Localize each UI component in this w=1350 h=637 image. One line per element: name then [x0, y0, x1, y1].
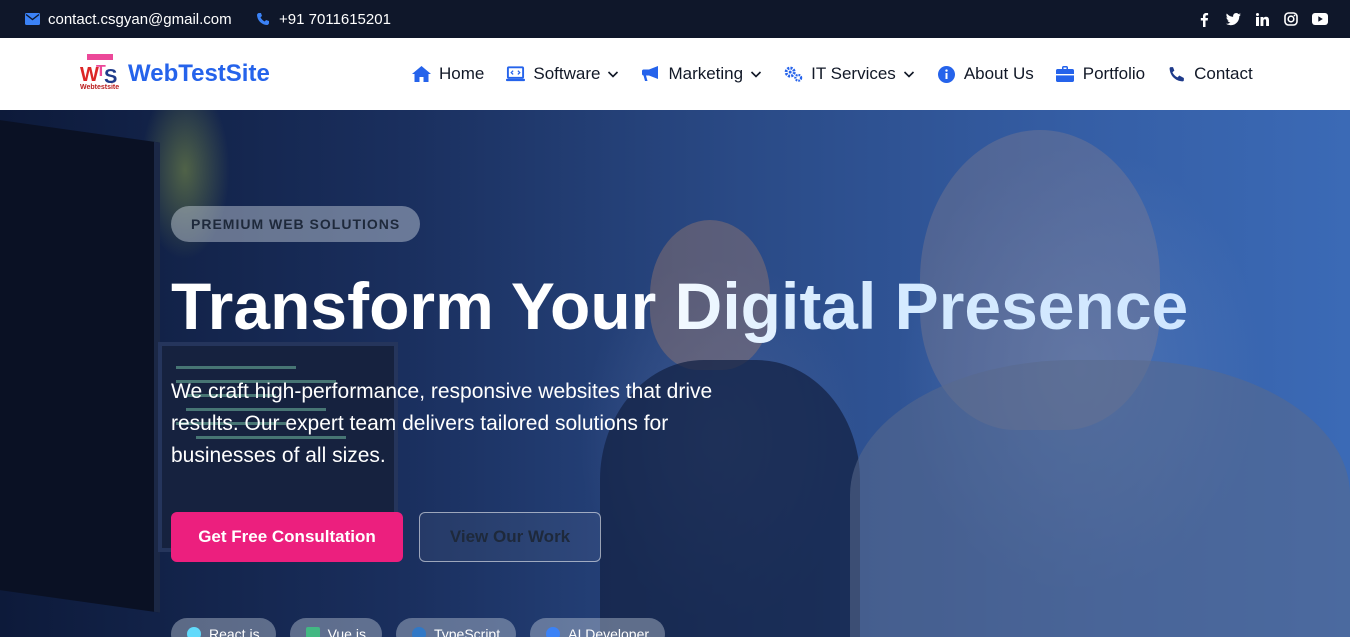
vue-icon — [305, 627, 320, 637]
logo-caption: Webtestsite — [80, 84, 120, 91]
background-monitor — [0, 117, 160, 613]
nav-item-about-us[interactable]: About Us — [937, 64, 1034, 84]
logo-mark-icon: W T S Webtestsite — [80, 54, 120, 94]
phone-contact[interactable]: +91 7011615201 — [255, 0, 391, 38]
phone-icon — [1167, 65, 1186, 84]
typescript-icon — [411, 627, 426, 637]
tag-label: Vue.js — [327, 626, 366, 637]
home-icon — [412, 65, 431, 84]
phone-text[interactable]: +91 7011615201 — [279, 11, 391, 28]
tag-react: React.js — [171, 618, 276, 637]
briefcase-icon — [1056, 65, 1075, 84]
tag-typescript: TypeScript — [395, 618, 517, 637]
nav-item-label: Contact — [1194, 64, 1253, 83]
get-free-consultation-button[interactable]: Get Free Consultation — [171, 512, 403, 562]
chevron-down-icon — [750, 68, 762, 80]
facebook-icon[interactable] — [1196, 11, 1212, 27]
nav-item-home[interactable]: Home — [412, 64, 484, 84]
nav-item-contact[interactable]: Contact — [1167, 64, 1253, 84]
nav-item-label: IT Services — [811, 64, 896, 83]
twitter-icon[interactable] — [1225, 11, 1241, 27]
nav-item-label: Home — [439, 64, 485, 83]
megaphone-icon — [641, 65, 660, 84]
ai-icon — [546, 627, 561, 637]
react-icon — [187, 627, 201, 637]
email-contact[interactable]: contact.csgyan@gmail.com — [24, 0, 232, 38]
nav-menu: Home Software Marketing IT Services Abou… — [412, 38, 1253, 110]
envelope-icon — [24, 11, 40, 27]
phone-icon — [255, 11, 271, 27]
hero-description: We craft high-performance, responsive we… — [171, 380, 713, 467]
hero-section: PREMIUM WEB SOLUTIONS Transform Your Dig… — [0, 110, 1350, 637]
hero-badge: PREMIUM WEB SOLUTIONS — [171, 206, 421, 242]
youtube-icon[interactable] — [1312, 11, 1328, 27]
tag-label: TypeScript — [433, 626, 501, 637]
tag-label: React.js — [209, 626, 260, 637]
laptop-code-icon — [506, 65, 526, 84]
gears-icon — [784, 65, 803, 84]
top-bar: contact.csgyan@gmail.com +91 7011615201 — [0, 0, 1350, 38]
chevron-down-icon — [903, 68, 915, 80]
nav-item-label: Portfolio — [1082, 64, 1146, 83]
chevron-down-icon — [607, 68, 619, 80]
tag-ai-developer: AI Developer — [530, 618, 666, 637]
background-person-right-body — [850, 360, 1350, 637]
instagram-icon[interactable] — [1283, 11, 1299, 27]
nav-item-label: Software — [533, 64, 601, 83]
nav-item-label: Marketing — [668, 64, 744, 83]
linkedin-icon[interactable] — [1254, 11, 1270, 27]
tag-label: AI Developer — [568, 626, 650, 637]
nav-item-marketing[interactable]: Marketing — [641, 64, 762, 84]
tag-vue: Vue.js — [289, 618, 382, 637]
social-links — [1196, 0, 1328, 38]
tech-tags: React.js Vue.js TypeScript AI Developer — [171, 618, 666, 637]
nav-item-software[interactable]: Software — [506, 64, 619, 84]
view-our-work-button[interactable]: View Our Work — [419, 512, 601, 562]
site-logo[interactable]: W T S Webtestsite WebTestSite — [80, 54, 270, 94]
brand-name[interactable]: WebTestSite — [128, 60, 270, 88]
nav-item-label: About Us — [963, 64, 1034, 83]
nav-item-it-services[interactable]: IT Services — [784, 64, 915, 84]
info-circle-icon — [937, 65, 956, 84]
nav-item-portfolio[interactable]: Portfolio — [1056, 64, 1145, 84]
email-text[interactable]: contact.csgyan@gmail.com — [48, 11, 232, 28]
hero-title: Transform Your Digital Presence — [171, 266, 1271, 346]
main-navbar: W T S Webtestsite WebTestSite Home Softw… — [0, 38, 1350, 110]
